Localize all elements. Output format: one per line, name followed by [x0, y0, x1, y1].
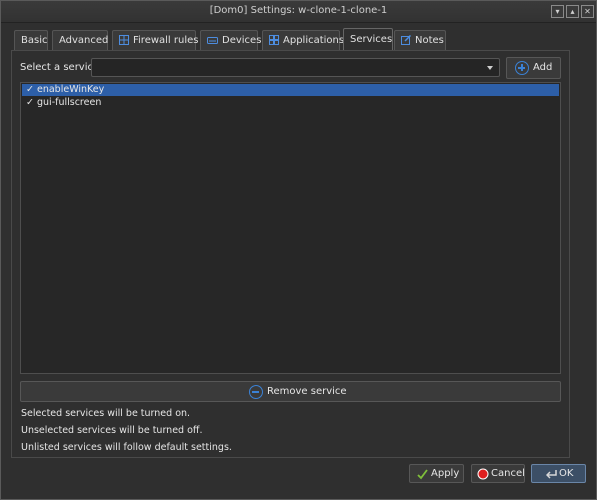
info-text: Unselected services will be turned off. — [21, 425, 203, 436]
list-item[interactable]: ✓ gui-fullscreen — [22, 97, 559, 109]
devices-icon — [207, 37, 218, 44]
service-name: gui-fullscreen — [37, 97, 102, 108]
tab-notes[interactable]: Notes — [394, 30, 446, 50]
add-service-button[interactable]: Add — [506, 57, 561, 79]
tab-label: Firewall rules — [133, 35, 199, 46]
tab-label: Services — [350, 34, 393, 45]
apply-button-label: Apply — [431, 468, 460, 479]
tab-advanced[interactable]: Advanced — [52, 30, 108, 50]
firewall-icon — [119, 35, 129, 45]
settings-window: [Dom0] Settings: w-clone-1-clone-1 ▾ ▴ ✕… — [0, 0, 597, 500]
tab-applications[interactable]: Applications — [262, 30, 344, 50]
checkbox[interactable]: ✓ — [25, 84, 35, 96]
tab-label: Applications — [283, 35, 345, 46]
info-text: Unlisted services will follow default se… — [21, 442, 232, 453]
cancel-button[interactable]: Cancel — [471, 464, 525, 483]
service-list[interactable]: ✓ enableWinKey ✓ gui-fullscreen — [20, 82, 561, 374]
title-bar[interactable]: [Dom0] Settings: w-clone-1-clone-1 ▾ ▴ ✕ — [1, 1, 596, 23]
maximize-icon[interactable]: ▴ — [566, 5, 579, 18]
window-title: [Dom0] Settings: w-clone-1-clone-1 — [209, 5, 388, 16]
remove-button-label: Remove service — [267, 386, 347, 397]
plus-icon — [515, 61, 529, 75]
list-item[interactable]: ✓ enableWinKey — [22, 84, 559, 96]
ok-button-label: OK — [559, 468, 574, 479]
notes-icon — [401, 35, 411, 45]
remove-service-button[interactable]: Remove service — [20, 381, 561, 402]
services-panel: Select a service: Add ✓ enableWinKey ✓ g… — [11, 50, 570, 458]
chevron-down-icon — [487, 66, 493, 70]
minus-icon — [249, 385, 263, 399]
checkbox[interactable]: ✓ — [25, 97, 35, 109]
service-select[interactable] — [91, 58, 500, 77]
tab-basic[interactable]: Basic — [14, 30, 48, 50]
tab-firewall-rules[interactable]: Firewall rules — [112, 30, 199, 50]
apply-button[interactable]: Apply — [409, 464, 464, 483]
add-button-label: Add — [533, 62, 553, 73]
tab-label: Devices — [222, 35, 262, 46]
checkmark-icon — [417, 469, 428, 480]
close-icon[interactable]: ✕ — [581, 5, 594, 18]
minimize-icon[interactable]: ▾ — [551, 5, 564, 18]
service-name: enableWinKey — [37, 84, 105, 95]
ok-button[interactable]: OK — [531, 464, 586, 483]
tab-devices[interactable]: Devices — [200, 30, 262, 50]
info-text: Selected services will be turned on. — [21, 408, 191, 419]
return-arrow-icon — [546, 470, 557, 479]
tab-label: Notes — [415, 35, 444, 46]
cancel-button-label: Cancel — [491, 468, 525, 479]
tab-services[interactable]: Services — [343, 28, 393, 50]
tab-label: Advanced — [59, 35, 109, 46]
applications-icon — [269, 35, 279, 45]
cancel-icon — [477, 468, 489, 480]
tab-label: Basic — [21, 35, 48, 46]
